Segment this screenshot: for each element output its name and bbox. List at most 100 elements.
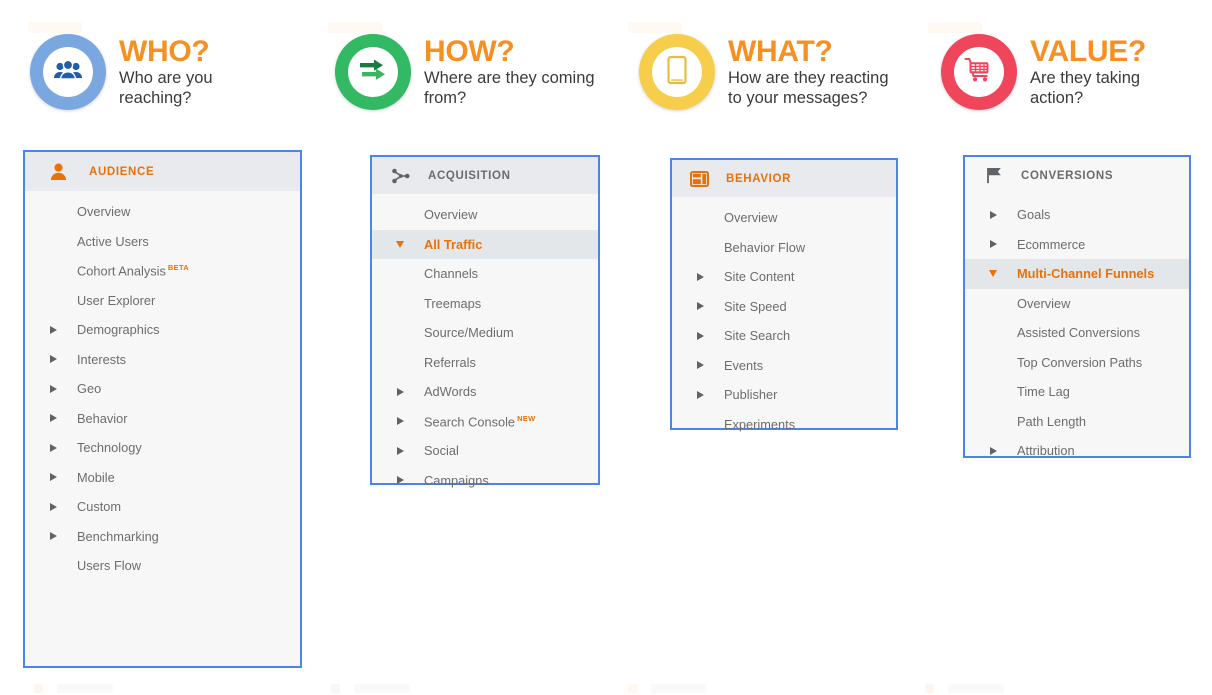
chevron-down-icon[interactable] (396, 240, 404, 248)
menu-item[interactable]: Attribution (965, 436, 1189, 466)
menu-item-label: Top Conversion Paths (1017, 354, 1143, 370)
chevron-right-icon[interactable] (49, 325, 57, 334)
menu-item[interactable]: Behavior (25, 404, 300, 434)
people-icon (53, 59, 83, 85)
chevron-right-icon[interactable] (49, 384, 57, 393)
chevron-right-icon[interactable] (696, 390, 704, 399)
menu-item[interactable]: Search Console NEW (372, 407, 598, 437)
who-icon-ring (30, 34, 106, 110)
menu-item[interactable]: Technology (25, 433, 300, 463)
chevron-right-icon[interactable] (49, 473, 57, 482)
menu-item[interactable]: Channels (372, 259, 598, 289)
chevron-right-icon[interactable] (49, 355, 57, 364)
header-value-subtitle: Are they taking action? (1030, 69, 1141, 107)
menu-item[interactable]: Cohort Analysis BETA (25, 256, 300, 286)
chevron-right-icon[interactable] (49, 414, 57, 423)
menu-item-label: Source/Medium (424, 325, 514, 341)
chevron-right-icon[interactable] (989, 210, 997, 219)
menu-item-label: Experiments (724, 416, 796, 432)
chevron-down-icon[interactable] (989, 270, 997, 278)
menu-item-label: Overview (77, 204, 131, 220)
menu-item-label: Site Speed (724, 298, 787, 314)
menu-item[interactable]: AdWords (372, 377, 598, 407)
menu-item[interactable]: Interests (25, 345, 300, 375)
menu-item[interactable]: Publisher (672, 380, 896, 410)
menu-item[interactable]: Ecommerce (965, 230, 1189, 260)
chevron-right-icon[interactable] (396, 417, 404, 426)
menu-item-label: Behavior Flow (724, 239, 806, 255)
menu-item-label: Site Content (724, 269, 795, 285)
menu-item-label: Overview (1017, 295, 1071, 311)
menu-item[interactable]: Overview (672, 203, 896, 233)
header-what-title: WHAT? (728, 35, 833, 68)
header-how: HOW? Where are they coming from? (335, 34, 595, 110)
chevron-right-icon[interactable] (696, 361, 704, 370)
menu-item[interactable]: Site Search (672, 321, 896, 351)
menu-item-label: Overview (424, 207, 478, 223)
menu-item[interactable]: Overview (25, 197, 300, 227)
flag-icon (981, 163, 1007, 189)
menu-item[interactable]: All Traffic (372, 229, 598, 259)
menu-item[interactable]: Goals (965, 200, 1189, 230)
menu-item[interactable]: User Explorer (25, 286, 300, 316)
menu-item[interactable]: Social (372, 436, 598, 466)
bottom-bleed-artifacts (34, 684, 1212, 693)
panel-header-audience[interactable]: AUDIENCE (25, 152, 300, 191)
panel-title-audience: AUDIENCE (89, 165, 155, 178)
menu-item[interactable]: Path Length (965, 407, 1189, 437)
menu-item[interactable]: Events (672, 351, 896, 381)
menu-item-label: Custom (77, 499, 122, 515)
menu-item[interactable]: Site Speed (672, 292, 896, 322)
menu-item[interactable]: Source/Medium (372, 318, 598, 348)
chevron-right-icon[interactable] (49, 502, 57, 511)
menu-item[interactable]: Active Users (25, 227, 300, 257)
panel-header-conversions[interactable]: CONVERSIONS (965, 157, 1189, 194)
arrows-right-icon (358, 58, 388, 87)
how-icon-ring (335, 34, 411, 110)
chevron-right-icon[interactable] (49, 532, 57, 541)
menu-item-label: Publisher (724, 387, 778, 403)
menu-item[interactable]: Experiments (672, 410, 896, 440)
menu-item[interactable]: Geo (25, 374, 300, 404)
menu-item-label: All Traffic (424, 236, 483, 252)
panel-title-conversions: CONVERSIONS (1021, 169, 1114, 182)
menu-item[interactable]: Overview (372, 200, 598, 230)
menu-item-label: Channels (424, 266, 479, 282)
menu-item-label: Active Users (77, 233, 149, 249)
chevron-right-icon[interactable] (49, 443, 57, 452)
menu-item[interactable]: Site Content (672, 262, 896, 292)
menu-item[interactable]: Custom (25, 492, 300, 522)
what-icon-ring (639, 34, 715, 110)
menu-item[interactable]: Assisted Conversions (965, 318, 1189, 348)
menu-item[interactable]: Overview (965, 289, 1189, 319)
menu-item-label: Benchmarking (77, 528, 159, 544)
menu-item[interactable]: Top Conversion Paths (965, 348, 1189, 378)
chevron-right-icon[interactable] (989, 446, 997, 455)
menu-item[interactable]: Benchmarking (25, 522, 300, 552)
menu-item-label: Multi-Channel Funnels (1017, 266, 1155, 282)
menu-item[interactable]: Treemaps (372, 289, 598, 319)
menu-item[interactable]: Behavior Flow (672, 233, 896, 263)
chevron-right-icon[interactable] (396, 446, 404, 455)
menu-item-label: Path Length (1017, 413, 1087, 429)
menu-item[interactable]: Time Lag (965, 377, 1189, 407)
menu-item-label: Social (424, 443, 459, 459)
header-who: WHO? Who are you reaching? (30, 34, 213, 110)
chevron-right-icon[interactable] (989, 240, 997, 249)
menu-item-label: Geo (77, 381, 102, 397)
chevron-right-icon[interactable] (696, 302, 704, 311)
menu-item[interactable]: Mobile (25, 463, 300, 493)
menu-item[interactable]: Multi-Channel Funnels (965, 259, 1189, 289)
menu-item[interactable]: Campaigns (372, 466, 598, 496)
person-icon (45, 159, 71, 185)
chevron-right-icon[interactable] (396, 476, 404, 485)
panel-header-behavior[interactable]: BEHAVIOR (672, 160, 896, 197)
header-how-title: HOW? (424, 35, 515, 68)
menu-item[interactable]: Users Flow (25, 551, 300, 581)
chevron-right-icon[interactable] (696, 331, 704, 340)
menu-item[interactable]: Referrals (372, 348, 598, 378)
chevron-right-icon[interactable] (396, 387, 404, 396)
chevron-right-icon[interactable] (696, 272, 704, 281)
menu-item[interactable]: Demographics (25, 315, 300, 345)
panel-header-acquisition[interactable]: ACQUISITION (372, 157, 598, 194)
